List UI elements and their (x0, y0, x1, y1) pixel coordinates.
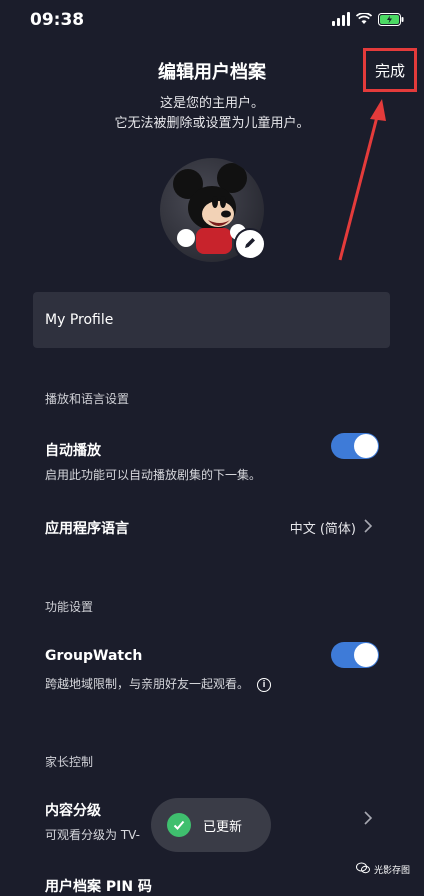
profile-pin-title[interactable]: 用户档案 PIN 码 (45, 876, 152, 896)
section-header-parental: 家长控制 (45, 755, 94, 769)
section-header-playback: 播放和语言设置 (45, 392, 130, 406)
toggle-knob (354, 643, 378, 667)
avatar[interactable] (160, 158, 264, 262)
done-highlight-box: 完成 (363, 48, 417, 92)
wifi-icon (356, 13, 372, 25)
chevron-right-icon[interactable] (363, 518, 373, 534)
section-header-features: 功能设置 (45, 600, 94, 614)
check-icon (167, 813, 191, 837)
pencil-icon (243, 235, 257, 254)
page-title: 编辑用户档案 (158, 62, 266, 83)
watermark: 光影存图 (355, 862, 410, 877)
content-rating-title[interactable]: 内容分级 (45, 800, 101, 820)
done-button[interactable]: 完成 (375, 60, 405, 81)
chevron-right-icon[interactable] (363, 810, 373, 826)
status-bar: 09:38 (0, 0, 424, 40)
autoplay-toggle[interactable] (331, 433, 379, 459)
content-rating-description: 可观看分级为 TV- (45, 828, 140, 842)
groupwatch-description-text: 跨越地域限制，与亲朋好友一起观看。 (45, 677, 250, 691)
status-icons (332, 12, 404, 26)
app-language-title[interactable]: 应用程序语言 (45, 518, 129, 538)
profile-subtitle: 这是您的主用户。 它无法被删除或设置为儿童用户。 (0, 94, 424, 134)
updated-toast: 已更新 (151, 798, 271, 852)
toggle-knob (354, 434, 378, 458)
groupwatch-toggle[interactable] (331, 642, 379, 668)
toast-text: 已更新 (203, 819, 243, 835)
subtitle-line-1: 这是您的主用户。 (159, 96, 264, 111)
autoplay-description: 启用此功能可以自动播放剧集的下一集。 (45, 468, 262, 482)
autoplay-title: 自动播放 (45, 443, 101, 459)
subtitle-line-2: 它无法被删除或设置为儿童用户。 (114, 116, 310, 131)
info-icon[interactable]: i (257, 677, 272, 692)
app-language-value[interactable]: 中文 (简体) (290, 518, 356, 537)
edit-avatar-button[interactable] (236, 230, 264, 258)
signal-icon (332, 12, 350, 26)
wechat-icon (355, 862, 370, 877)
battery-icon (378, 12, 404, 26)
groupwatch-description: 跨越地域限制，与亲朋好友一起观看。 i (45, 675, 272, 692)
status-time: 09:38 (30, 10, 85, 30)
groupwatch-title: GroupWatch (45, 648, 143, 664)
profile-name-input[interactable] (33, 292, 390, 348)
watermark-text: 光影存图 (373, 866, 410, 876)
